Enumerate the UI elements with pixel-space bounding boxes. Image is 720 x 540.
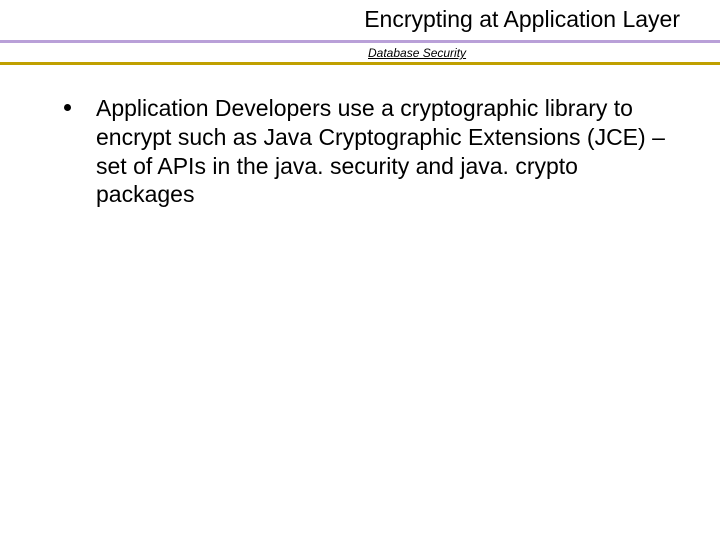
bullet-item: Application Developers use a cryptograph… bbox=[56, 94, 680, 209]
slide: Encrypting at Application Layer Database… bbox=[0, 0, 720, 540]
content-area: Application Developers use a cryptograph… bbox=[56, 94, 680, 209]
bullet-text: Application Developers use a cryptograph… bbox=[96, 95, 665, 207]
bullet-icon bbox=[64, 104, 71, 111]
subtitle-underline bbox=[0, 62, 720, 65]
slide-subtitle: Database Security bbox=[0, 46, 720, 60]
title-underline bbox=[0, 40, 720, 43]
slide-title: Encrypting at Application Layer bbox=[0, 6, 720, 35]
